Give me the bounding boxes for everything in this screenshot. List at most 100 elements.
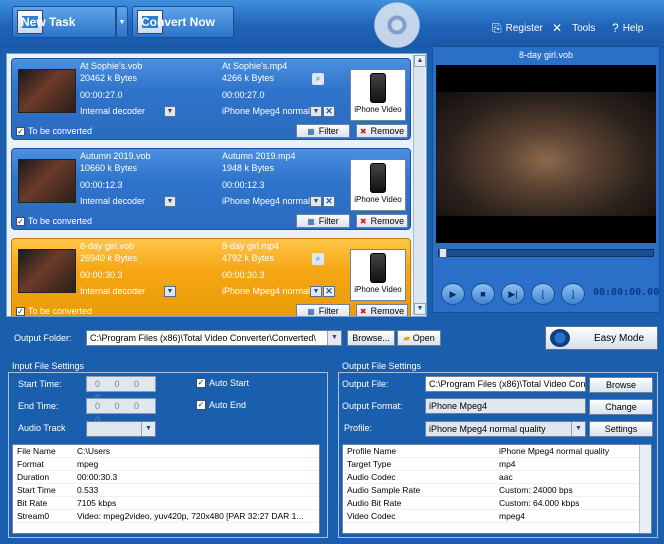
filter-button[interactable]: ▦ Filter bbox=[296, 124, 350, 138]
profile-dropdown-icon[interactable]: ▼ bbox=[571, 422, 585, 436]
device-iphone-video: iPhone Video bbox=[350, 249, 406, 301]
remove-x-icon: ✖ bbox=[359, 126, 367, 136]
auto-end-checkbox[interactable]: ✓ Auto End bbox=[196, 400, 246, 410]
target-file-name: Autumn 2019.mp4 bbox=[222, 151, 296, 161]
open-folder-label: Open bbox=[412, 333, 435, 343]
help-menu[interactable]: ? Help bbox=[612, 21, 643, 35]
info-key: Video Codec bbox=[347, 511, 396, 521]
decoder-dropdown-icon[interactable]: ▼ bbox=[164, 196, 176, 207]
register-menu[interactable]: ⎘ Register bbox=[492, 21, 543, 36]
task-queue[interactable]: At Sophie's.vob 20462 k Bytes 00:00:27.0… bbox=[6, 53, 427, 317]
checkbox-checked-icon: ✓ bbox=[16, 126, 25, 136]
end-time-input[interactable]: 0 0 0 0 bbox=[86, 398, 156, 425]
output-file-input[interactable]: C:\Program Files (x86)\Total Video Conve… bbox=[425, 376, 586, 392]
convert-now-button[interactable]: Convert Now bbox=[132, 6, 234, 38]
input-info-table: File Name C:\Users Format mpeg Duration 00:… bbox=[12, 444, 320, 534]
source-duration: 00:00:12.3 bbox=[80, 180, 123, 190]
decoder-select[interactable]: Internal decoder bbox=[80, 286, 145, 296]
target-duration: 00:00:27.0 bbox=[222, 90, 265, 100]
decoder-select[interactable]: Internal decoder bbox=[80, 196, 145, 206]
source-file-size: 20462 k Bytes bbox=[80, 73, 138, 83]
table-row: Audio Codec aac bbox=[343, 471, 651, 484]
scroll-down-arrow-icon[interactable]: ▼ bbox=[414, 303, 426, 315]
to-be-converted-checkbox[interactable]: ✓ To be converted bbox=[16, 126, 92, 136]
video-frame-image bbox=[436, 92, 656, 216]
target-duration: 00:00:30.3 bbox=[222, 270, 265, 280]
target-file-name: At Sophie's.mp4 bbox=[222, 61, 288, 71]
filter-button[interactable]: ▦ Filter bbox=[296, 214, 350, 228]
preview-search-icon[interactable]: ⌕ bbox=[312, 73, 324, 85]
info-key: Profile Name bbox=[347, 446, 397, 456]
output-folder-dropdown-icon[interactable]: ▼ bbox=[327, 331, 341, 345]
next-frame-button[interactable]: ▶| bbox=[501, 283, 525, 305]
open-folder-button[interactable]: ▰ Open bbox=[397, 330, 441, 346]
profile-settings-icon[interactable]: ✕ bbox=[323, 286, 335, 297]
to-be-converted-checkbox[interactable]: ✓ To be converted bbox=[16, 306, 92, 316]
task-item-selected[interactable]: 8-day girl.vob 26940 k Bytes 00:00:30.3 … bbox=[11, 238, 411, 316]
task-item[interactable]: At Sophie's.vob 20462 k Bytes 00:00:27.0… bbox=[11, 58, 411, 140]
tools-label: Tools bbox=[572, 22, 596, 34]
task-item[interactable]: Autumn 2019.vob 10660 k Bytes 00:00:12.3… bbox=[11, 148, 411, 230]
profile-select[interactable]: iPhone Mpeg4 normal quality bbox=[425, 421, 586, 437]
info-value: 00:00:30.3 bbox=[77, 472, 118, 482]
decoder-dropdown-icon[interactable]: ▼ bbox=[164, 106, 176, 117]
info-key: Stream0 bbox=[17, 511, 50, 521]
info-value: iPhone Mpeg4 normal quality bbox=[499, 446, 610, 456]
new-task-button[interactable]: New Task bbox=[12, 6, 116, 38]
play-button[interactable]: ▶ bbox=[441, 283, 465, 305]
auto-start-label: Auto Start bbox=[209, 378, 250, 388]
info-value: mpeg4 bbox=[499, 511, 525, 521]
target-file-size: 4792 k Bytes bbox=[222, 253, 275, 263]
decoder-select[interactable]: Internal decoder bbox=[80, 106, 145, 116]
profile-select[interactable]: iPhone Mpeg4 normal q bbox=[222, 196, 310, 206]
profile-settings-button[interactable]: Settings bbox=[589, 421, 653, 437]
table-row: Audio Sample Rate Custom: 24000 bps bbox=[343, 484, 651, 497]
start-time-input[interactable]: 0 0 0 0 bbox=[86, 376, 156, 403]
mark-end-button[interactable]: ] bbox=[561, 283, 585, 305]
easy-mode-button[interactable]: Easy Mode bbox=[545, 326, 658, 350]
mark-start-button[interactable]: [ bbox=[531, 283, 555, 305]
preview-player: 8-day girl.vob ▶ ■ ▶| [ ] 00:00:00.00 bbox=[432, 46, 660, 313]
output-table-scrollbar[interactable] bbox=[639, 445, 651, 533]
timecode-display: 00:00:00.00 bbox=[593, 287, 660, 298]
profile-select[interactable]: iPhone Mpeg4 normal q bbox=[222, 286, 310, 296]
stop-button[interactable]: ■ bbox=[471, 283, 495, 305]
new-task-dropdown-button[interactable]: ▼ bbox=[116, 6, 128, 38]
change-format-button[interactable]: Change bbox=[589, 399, 653, 415]
profile-settings-icon[interactable]: ✕ bbox=[323, 106, 335, 117]
remove-button[interactable]: ✖ Remove bbox=[356, 214, 408, 228]
profile-dropdown-icon[interactable]: ▼ bbox=[310, 106, 322, 117]
folder-icon: ▰ bbox=[403, 333, 411, 343]
output-file-browse-button[interactable]: Browse bbox=[589, 377, 653, 393]
to-be-converted-label: To be converted bbox=[28, 306, 93, 316]
info-key: Start Time bbox=[17, 485, 56, 495]
info-value: 7105 kbps bbox=[77, 498, 117, 508]
output-folder-label: Output Folder: bbox=[14, 333, 72, 343]
chevron-down-icon: ▼ bbox=[118, 18, 126, 26]
tools-menu[interactable]: ✕ Tools bbox=[552, 21, 595, 35]
remove-button[interactable]: ✖ Remove bbox=[356, 304, 408, 316]
preview-search-icon[interactable]: ⌕ bbox=[312, 253, 324, 265]
profile-settings-icon[interactable]: ✕ bbox=[323, 196, 335, 207]
output-folder-input[interactable]: C:\Program Files (x86)\Total Video Conve… bbox=[86, 330, 342, 346]
table-row: Stream0 Video: mpeg2video, yuv420p, 720x4… bbox=[13, 510, 319, 523]
remove-label: Remove bbox=[370, 216, 405, 226]
output-browse-button[interactable]: Browse... bbox=[347, 330, 395, 346]
audio-track-dropdown-icon[interactable]: ▼ bbox=[141, 422, 155, 436]
auto-start-checkbox[interactable]: ✓ Auto Start bbox=[196, 378, 249, 388]
profile-dropdown-icon[interactable]: ▼ bbox=[310, 196, 322, 207]
seek-bar[interactable] bbox=[438, 248, 654, 258]
queue-scrollbar[interactable]: ▲ ▼ bbox=[413, 55, 426, 315]
to-be-converted-checkbox[interactable]: ✓ To be converted bbox=[16, 216, 92, 226]
remove-button[interactable]: ✖ Remove bbox=[356, 124, 408, 138]
toolbar: New Task ▼ Convert Now ⎘ Register ✕ Tool… bbox=[0, 0, 664, 48]
seek-handle[interactable] bbox=[439, 248, 447, 258]
filter-button[interactable]: ▦ Filter bbox=[296, 304, 350, 316]
profile-select[interactable]: iPhone Mpeg4 normal q bbox=[222, 106, 310, 116]
scroll-up-arrow-icon[interactable]: ▲ bbox=[414, 55, 426, 67]
profile-dropdown-icon[interactable]: ▼ bbox=[310, 286, 322, 297]
output-format-label: Output Format: bbox=[342, 401, 403, 411]
table-row: Profile Name iPhone Mpeg4 normal quality bbox=[343, 445, 651, 458]
decoder-dropdown-icon[interactable]: ▼ bbox=[164, 286, 176, 297]
video-thumbnail bbox=[18, 249, 76, 293]
